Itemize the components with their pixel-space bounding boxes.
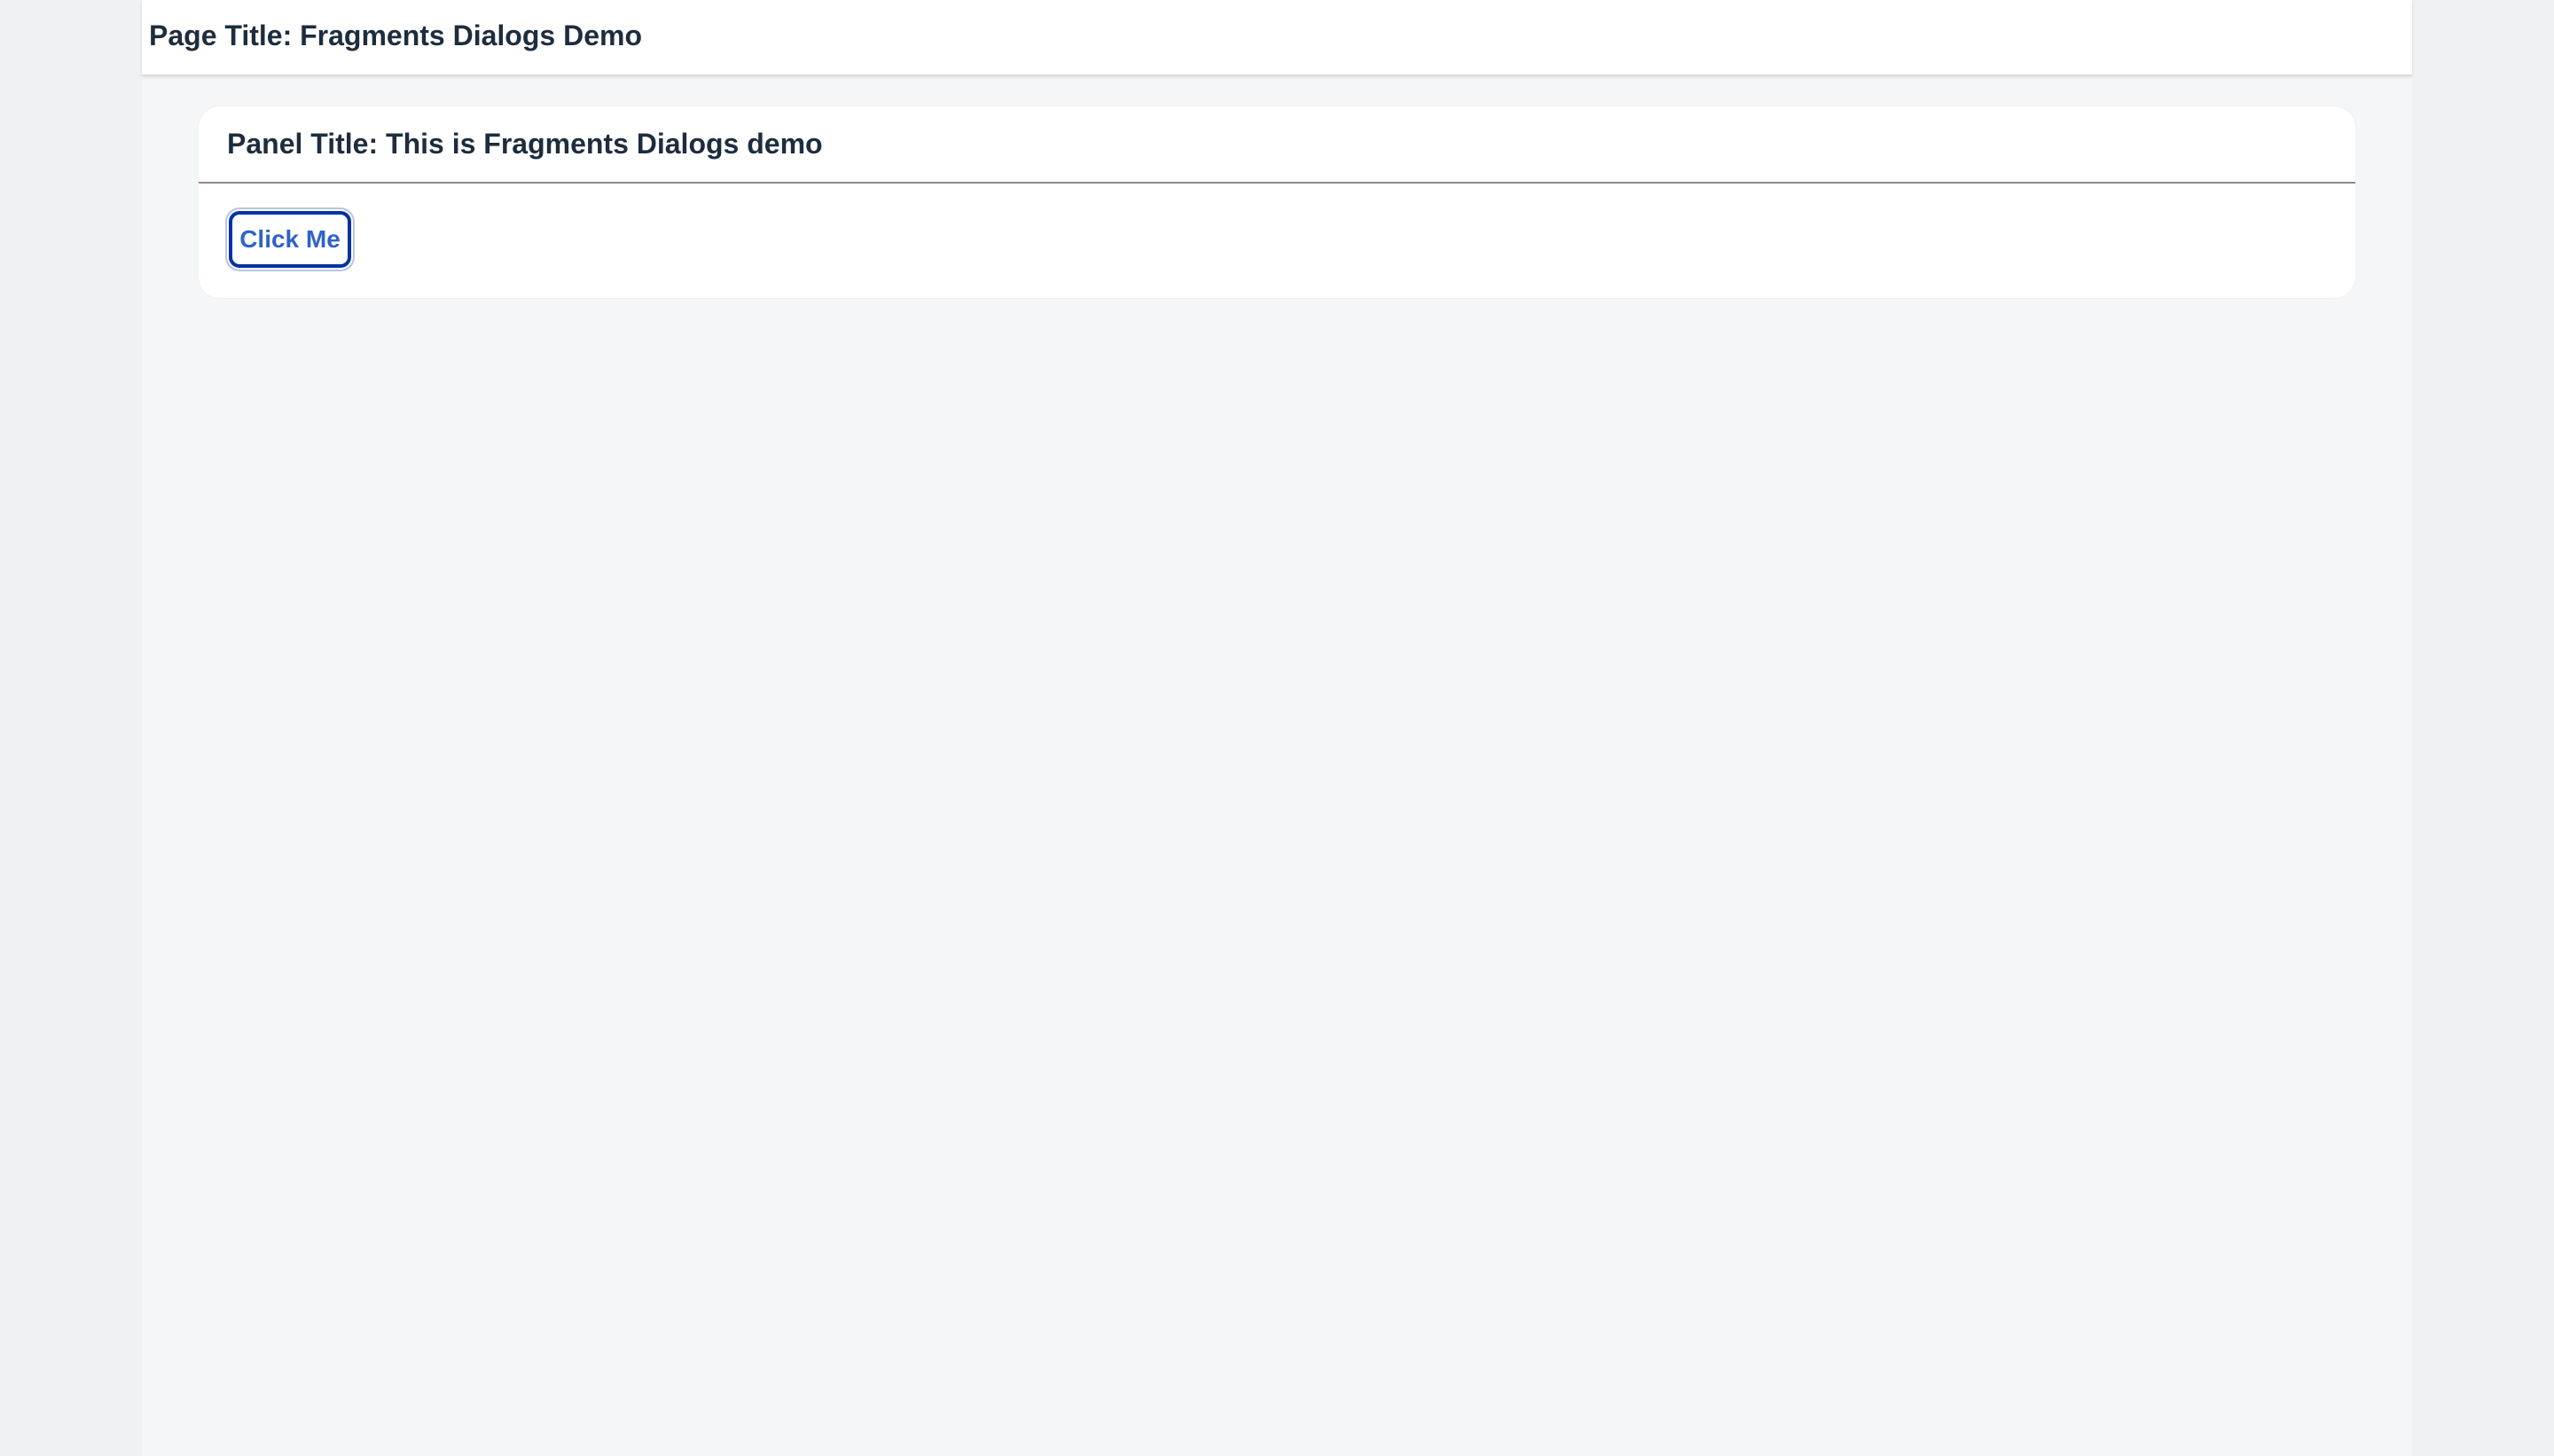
app-shell: Page Title: Fragments Dialogs Demo Panel…	[142, 0, 2412, 1456]
page-header: Page Title: Fragments Dialogs Demo	[142, 0, 2412, 75]
page-title: Page Title: Fragments Dialogs Demo	[149, 20, 642, 51]
click-me-button[interactable]: Click Me	[229, 211, 351, 268]
panel-title: Panel Title: This is Fragments Dialogs d…	[227, 128, 823, 160]
panel: Panel Title: This is Fragments Dialogs d…	[199, 106, 2355, 298]
panel-header: Panel Title: This is Fragments Dialogs d…	[199, 106, 2355, 184]
